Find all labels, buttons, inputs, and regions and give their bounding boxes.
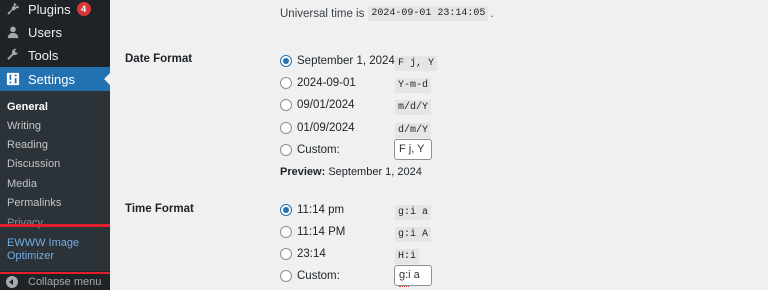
time-format-label: Time Format <box>125 203 194 215</box>
submenu-item-general[interactable]: General <box>7 100 48 114</box>
preview-value: September 1, 2024 <box>328 166 422 178</box>
collapse-menu-label: Collapse menu <box>28 276 102 288</box>
menu-item-label: Tools <box>28 47 59 63</box>
time-option-2[interactable]: 11:14 PM <box>280 224 345 240</box>
radio-button[interactable] <box>280 55 292 67</box>
admin-sidebar: Plugins 4 Users Tools Settings General W… <box>0 0 129 290</box>
menu-item-plugins[interactable]: Plugins 4 <box>0 0 110 21</box>
radio-button[interactable] <box>280 77 292 89</box>
radio-button[interactable] <box>280 204 292 216</box>
format-code: F j, Y <box>395 56 438 71</box>
menu-item-label: Users <box>28 24 62 40</box>
radio-button[interactable] <box>280 99 292 111</box>
submenu-item-discussion[interactable]: Discussion <box>7 157 60 171</box>
date-option-3[interactable]: 09/01/2024 <box>280 97 355 113</box>
format-code: Y-m-d <box>395 78 432 93</box>
radio-button[interactable] <box>280 122 292 134</box>
collapse-arrow-icon <box>6 276 18 288</box>
option-label: September 1, 2024 <box>297 55 395 67</box>
menu-item-tools[interactable]: Tools <box>0 43 110 67</box>
submenu-item-media[interactable]: Media <box>7 177 37 191</box>
spellcheck-underline <box>399 285 409 287</box>
plug-icon <box>6 2 20 16</box>
radio-button[interactable] <box>280 270 292 282</box>
time-option-1[interactable]: 11:14 pm <box>280 202 344 218</box>
radio-button[interactable] <box>280 144 292 156</box>
option-label: Custom: <box>297 144 340 156</box>
submenu-item-permalinks[interactable]: Permalinks <box>7 196 61 210</box>
wrench-icon <box>6 48 20 62</box>
date-format-label: Date Format <box>125 53 193 65</box>
option-label: 09/01/2024 <box>297 99 355 111</box>
preview-label: Preview: <box>280 166 326 178</box>
option-label: 11:14 PM <box>297 226 346 238</box>
radio-button[interactable] <box>280 226 292 238</box>
format-code: g:i A <box>395 227 432 242</box>
menu-item-settings[interactable]: Settings <box>0 67 110 91</box>
universal-time: Universal time is 2024-09-01 23:14:05 . <box>280 6 494 21</box>
date-option-2[interactable]: 2024-09-01 <box>280 75 356 91</box>
date-option-1[interactable]: September 1, 2024 <box>280 53 395 69</box>
utc-prefix: Universal time is <box>280 7 365 20</box>
menu-item-users[interactable]: Users <box>0 20 110 44</box>
menu-item-label: Settings <box>28 71 75 87</box>
format-code: d/m/Y <box>395 123 432 138</box>
collapse-menu-button[interactable]: Collapse menu <box>0 274 110 290</box>
date-preview: Preview: September 1, 2024 <box>280 166 422 178</box>
option-label: 2024-09-01 <box>297 77 356 89</box>
settings-main: Universal time is 2024-09-01 23:14:05 . … <box>110 0 768 290</box>
date-option-custom[interactable]: Custom: <box>280 142 340 158</box>
option-label: Custom: <box>297 270 340 282</box>
custom-date-format-input[interactable]: F j, Y <box>394 139 432 160</box>
option-label: 11:14 pm <box>297 204 345 216</box>
format-code: g:i a <box>395 205 432 220</box>
format-code: H:i <box>395 249 420 264</box>
submenu-item-writing[interactable]: Writing <box>7 119 41 133</box>
utc-value: 2024-09-01 23:14:05 <box>368 6 489 21</box>
time-option-3[interactable]: 23:14 <box>280 246 326 262</box>
custom-time-format-input[interactable]: g:i a <box>394 265 432 286</box>
settings-icon <box>6 72 20 86</box>
menu-item-label: Plugins <box>28 1 71 17</box>
user-icon <box>6 25 20 39</box>
option-label: 23:14 <box>297 248 326 260</box>
date-option-4[interactable]: 01/09/2024 <box>280 120 355 136</box>
radio-button[interactable] <box>280 248 292 260</box>
submenu-item-reading[interactable]: Reading <box>7 138 48 152</box>
plugins-update-badge: 4 <box>76 2 91 16</box>
option-label: 01/09/2024 <box>297 122 355 134</box>
format-code: m/d/Y <box>395 100 432 115</box>
time-option-custom[interactable]: Custom: <box>280 268 340 284</box>
utc-suffix: . <box>490 7 494 20</box>
